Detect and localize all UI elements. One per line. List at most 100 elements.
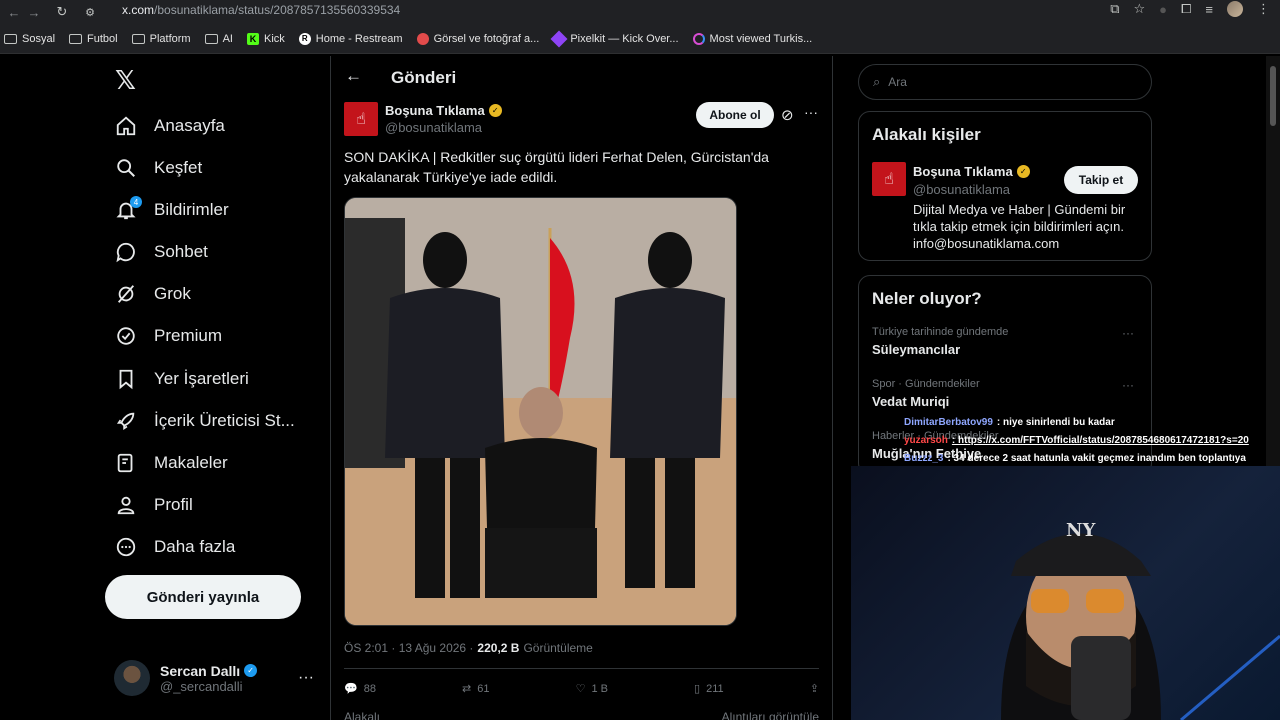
verified-gold-icon: ✓ (488, 104, 502, 117)
more-icon (114, 535, 138, 559)
more-dots-icon[interactable]: ··· (298, 669, 314, 687)
person-icon (114, 493, 138, 517)
post-photo[interactable] (344, 197, 737, 626)
pixelkit-icon (550, 30, 568, 47)
browser-address-bar: ← → ↻ ⚙ x.com/bosunatiklama/status/20878… (0, 0, 1280, 24)
related-handle[interactable]: @bosunatiklama (913, 182, 1010, 197)
reply-button[interactable]: 💬 88 (344, 682, 376, 696)
article-icon (114, 451, 138, 475)
bookmark-kick[interactable]: K Kick (246, 32, 285, 45)
search-placeholder: Ara (888, 75, 907, 89)
more-dots-icon[interactable]: ··· (804, 104, 818, 120)
svg-text:NY: NY (1066, 520, 1096, 541)
profile-avatar[interactable] (1227, 1, 1243, 17)
verified-badge-icon: ✓ (244, 664, 258, 677)
nav-item-chat[interactable]: Sohbet (114, 231, 208, 273)
media-icon[interactable]: ≡ (1205, 2, 1213, 17)
bookmark-folder-platform[interactable]: Platform (131, 33, 191, 45)
page-title: Gönderi (391, 68, 457, 87)
verified-gold-icon: ✓ (1016, 165, 1030, 178)
forward-icon[interactable]: → (24, 4, 44, 20)
nav-item-articles[interactable]: Makaleler (114, 442, 228, 484)
left-navigation: 𝕏 Anasayfa Keşfet 4 Bildirimler Sohbet G… (100, 56, 330, 720)
x-logo-icon[interactable]: 𝕏 (115, 66, 136, 96)
webcam-overlay: NY (851, 466, 1280, 720)
follow-button[interactable]: Takip et (1064, 166, 1138, 194)
post-actions: 💬 88 ⇄ 61 ♡ 1 B ▯ 211 ⇪ (344, 682, 819, 696)
repost-button[interactable]: ⇄ 61 (462, 682, 489, 696)
post-meta: ÖS 2:01 · 13 Ağu 2026 · 220,2 B Görüntül… (344, 641, 593, 655)
post-text: SON DAKİKA | Redkitler suç örgütü lideri… (344, 149, 769, 185)
back-arrow-icon[interactable]: ← (345, 66, 362, 86)
nav-item-profile[interactable]: Profil (114, 484, 193, 526)
relevant-sort-toggle[interactable]: Alakalı (344, 710, 380, 720)
account-name: Sercan Dallı (160, 662, 241, 679)
folder-icon (4, 33, 17, 44)
post-header: ← Gönderi (331, 56, 832, 100)
chat-message: Buzzz_3: 34 derece 2 saat hatunla vakit … (904, 453, 1246, 464)
author-avatar[interactable]: ☝ (344, 102, 378, 136)
install-icon[interactable]: ⧉ (1110, 1, 1119, 17)
divider (344, 668, 819, 669)
bookmark-button[interactable]: ▯ 211 (694, 682, 724, 696)
home-icon (114, 114, 138, 138)
bookmark-most-viewed[interactable]: Most viewed Turkis... (692, 32, 812, 45)
search-icon: ⌕ (873, 74, 881, 89)
site-info-icon[interactable]: ⚙ (80, 4, 100, 20)
grok-icon[interactable]: ⊘ (781, 106, 794, 124)
back-icon[interactable]: ← (4, 4, 24, 20)
like-button[interactable]: ♡ 1 B (576, 682, 608, 696)
reload-icon[interactable]: ↻ (52, 4, 72, 20)
bookmark-icon: ▯ (694, 683, 701, 695)
swirl-icon (692, 32, 705, 45)
share-button[interactable]: ⇪ (810, 682, 819, 695)
scroll-thumb[interactable] (1270, 66, 1276, 126)
chat-message: DimitarBerbatov99: niye sinirlendi bu ka… (904, 417, 1115, 428)
search-input[interactable]: ⌕ Ara (858, 64, 1152, 100)
post-column: ← Gönderi ☝ Boşuna Tıklama ✓ @bosunatikla… (330, 56, 833, 720)
account-handle: @_sercandalli (160, 678, 243, 694)
related-avatar[interactable]: ☝ (872, 162, 906, 196)
post-button[interactable]: Gönderi yayınla (105, 575, 301, 619)
avatar (114, 660, 150, 696)
search-icon (114, 156, 138, 180)
bookmark-restream[interactable]: R Home - Restream (298, 32, 403, 45)
views-label: Görüntüleme (523, 641, 593, 655)
subscribe-button[interactable]: Abone ol (696, 102, 774, 128)
bookmark-gorsel[interactable]: Görsel ve fotoğraf a... (416, 32, 539, 45)
nav-item-premium[interactable]: Premium (114, 315, 222, 357)
nav-item-more[interactable]: Daha fazla (114, 526, 235, 568)
menu-icon[interactable]: ⋮ (1257, 1, 1270, 17)
nav-item-explore[interactable]: Keşfet (114, 147, 202, 189)
url-field[interactable]: x.com/bosunatiklama/status/2087857135560… (122, 0, 400, 20)
repost-icon: ⇄ (462, 683, 472, 695)
chat-message: yuzarsoh: https://x.com/FFTVofficial/sta… (904, 435, 1249, 446)
bookmark-pixelkit[interactable]: Pixelkit — Kick Over... (550, 30, 679, 47)
puzzle-icon[interactable]: ⧠ (1181, 1, 1191, 17)
bookmarks-bar: Sosyal Futbol Platform AI K Kick R Home - … (0, 24, 1280, 54)
related-name-link[interactable]: Boşuna Tıklama ✓ (913, 164, 1030, 179)
account-switcher[interactable]: Sercan Dallı ✓ @_sercandalli ··· (114, 660, 314, 696)
nav-item-creator-studio[interactable]: İçerik Üreticisi St... (114, 400, 295, 442)
trend-more-icon[interactable]: ··· (1122, 378, 1134, 392)
nav-item-grok[interactable]: Grok (114, 273, 191, 315)
author-name-link[interactable]: Boşuna Tıklama ✓ (385, 103, 502, 118)
url-path: /bosunatiklama/status/208785713556033953… (154, 3, 401, 17)
star-icon[interactable]: ☆ (1133, 1, 1145, 17)
photo-illustration (345, 198, 736, 625)
trend-more-icon[interactable]: ··· (1122, 326, 1134, 340)
browser-actions: ⧉ ☆ ● ⧠ ≡ ⋮ (1110, 0, 1270, 18)
author-handle[interactable]: @bosunatiklama (385, 120, 482, 135)
extension-dot-icon[interactable]: ● (1159, 2, 1167, 17)
post-time[interactable]: ÖS 2:01 · 13 Ağu 2026 · (344, 641, 473, 655)
view-quotes-link[interactable]: Alıntıları görüntüle (722, 710, 819, 720)
bookmark-folder-ai[interactable]: AI (204, 33, 233, 45)
bookmark-folder-sosyal[interactable]: Sosyal (4, 33, 55, 45)
reply-icon: 💬 (344, 683, 358, 695)
nav-item-notifications[interactable]: 4 Bildirimler (114, 189, 229, 231)
post-footer-row: Alakalı Alıntıları görüntüle (344, 710, 819, 720)
nav-item-bookmarks[interactable]: Yer İşaretleri (114, 358, 249, 400)
bookmark-folder-futbol[interactable]: Futbol (69, 33, 118, 45)
image-site-icon (416, 32, 429, 45)
nav-item-home[interactable]: Anasayfa (114, 105, 225, 147)
